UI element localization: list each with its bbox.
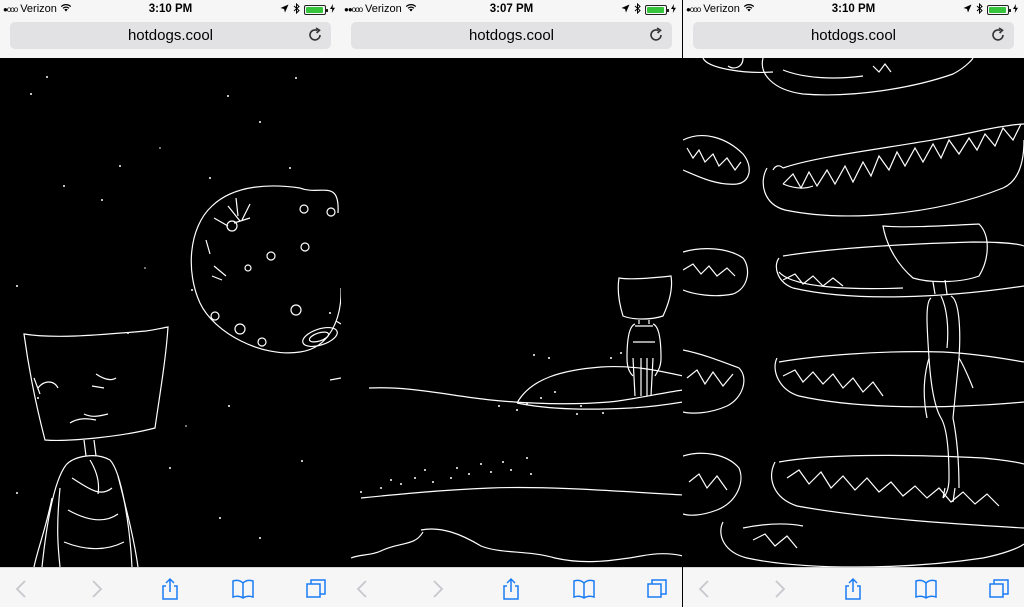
- reload-icon[interactable]: [990, 27, 1006, 43]
- url-text[interactable]: hotdogs.cool: [10, 27, 331, 44]
- status-bar: ●ooo Verizon 3:10 PM: [683, 0, 1024, 20]
- phone-screen-1: ●ooo Verizon 3:10 PM hotdogs.cool: [0, 0, 341, 607]
- tabs-icon[interactable]: [645, 577, 669, 601]
- back-chevron-icon[interactable]: [351, 577, 375, 601]
- phone-screen-2: ●●ooo Verizon 3:07 PM hotdogs.cool: [341, 0, 682, 607]
- status-bar: ●ooo Verizon 3:10 PM: [0, 0, 341, 20]
- share-icon[interactable]: [841, 577, 865, 601]
- back-chevron-icon[interactable]: [693, 577, 717, 601]
- bookmarks-icon[interactable]: [231, 577, 255, 601]
- charging-icon: [671, 4, 676, 16]
- browser-toolbar: [341, 567, 682, 607]
- bookmarks-icon[interactable]: [914, 577, 938, 601]
- forward-chevron-icon[interactable]: [767, 577, 791, 601]
- page-content: [341, 58, 682, 567]
- browser-toolbar: [683, 567, 1024, 607]
- browser-toolbar: [0, 567, 341, 607]
- reload-icon[interactable]: [307, 27, 323, 43]
- bookmarks-icon[interactable]: [572, 577, 596, 601]
- hotdogs-scene-drawing: [683, 58, 1024, 567]
- bluetooth-icon: [634, 2, 641, 17]
- status-right: [280, 2, 335, 17]
- island-scene-drawing: [350, 275, 682, 563]
- share-icon[interactable]: [499, 577, 523, 601]
- url-text[interactable]: hotdogs.cool: [693, 27, 1014, 44]
- browser-chrome: ●●ooo Verizon 3:07 PM hotdogs.cool: [341, 0, 682, 58]
- browser-chrome: ●ooo Verizon 3:10 PM hotdogs.cool: [683, 0, 1024, 58]
- battery-icon: [304, 5, 328, 15]
- status-bar: ●●ooo Verizon 3:07 PM: [341, 0, 682, 20]
- url-text[interactable]: hotdogs.cool: [351, 27, 672, 44]
- address-bar[interactable]: hotdogs.cool: [693, 22, 1014, 49]
- bluetooth-icon: [293, 2, 300, 17]
- location-icon: [280, 4, 289, 16]
- forward-chevron-icon[interactable]: [84, 577, 108, 601]
- moon-scene-drawing: [16, 76, 341, 567]
- reload-icon[interactable]: [648, 27, 664, 43]
- tabs-icon[interactable]: [987, 577, 1011, 601]
- battery-icon: [987, 5, 1011, 15]
- browser-chrome: ●ooo Verizon 3:10 PM hotdogs.cool: [0, 0, 341, 58]
- address-bar[interactable]: hotdogs.cool: [10, 22, 331, 49]
- status-right: [621, 2, 676, 17]
- location-icon: [621, 4, 630, 16]
- status-right: [963, 2, 1018, 17]
- page-content: [683, 58, 1024, 567]
- forward-chevron-icon[interactable]: [425, 577, 449, 601]
- charging-icon: [1013, 4, 1018, 16]
- charging-icon: [330, 4, 335, 16]
- page-content: [0, 58, 341, 567]
- address-bar[interactable]: hotdogs.cool: [351, 22, 672, 49]
- battery-icon: [645, 5, 669, 15]
- tabs-icon[interactable]: [304, 577, 328, 601]
- phone-screen-3: ●ooo Verizon 3:10 PM hotdogs.cool: [683, 0, 1024, 607]
- back-chevron-icon[interactable]: [10, 577, 34, 601]
- location-icon: [963, 4, 972, 16]
- share-icon[interactable]: [158, 577, 182, 601]
- bluetooth-icon: [976, 2, 983, 17]
